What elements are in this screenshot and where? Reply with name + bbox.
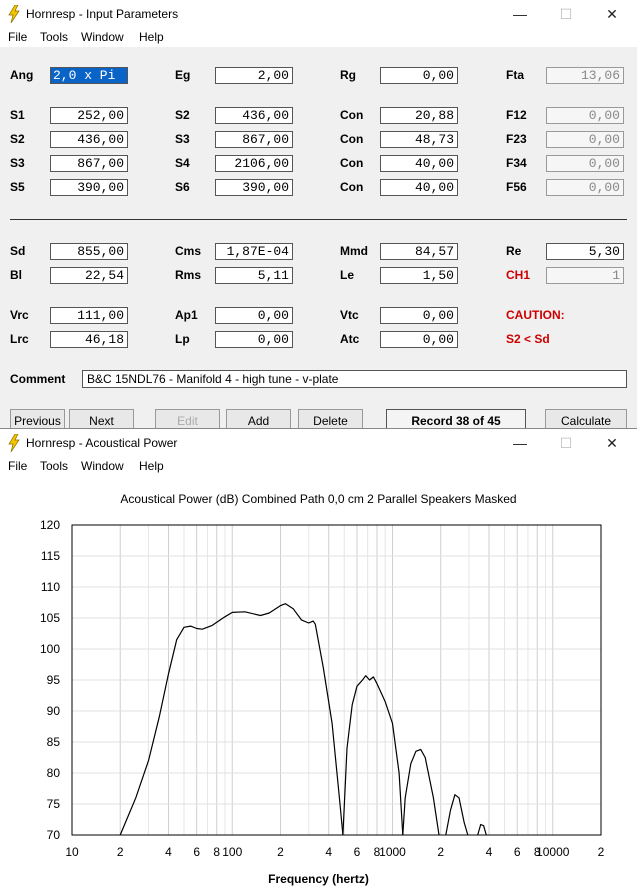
- y-tick-label: 75: [46, 797, 60, 811]
- y-tick-label: 115: [40, 549, 60, 563]
- x-tick-label: 10: [65, 845, 79, 859]
- x-tick-label: 4: [485, 845, 493, 859]
- x-tick-label: 2: [597, 845, 605, 859]
- x-tick-label: 6: [193, 845, 201, 859]
- series-line-segment-2: [342, 675, 404, 836]
- series-line-segment-3: [402, 748, 440, 836]
- series-line-segment-4: [445, 794, 469, 836]
- y-tick-label: 80: [46, 766, 60, 780]
- y-tick-label: 70: [46, 828, 60, 842]
- x-tick-label: 2: [116, 845, 124, 859]
- y-tick-label: 90: [46, 704, 60, 718]
- y-tick-label: 110: [40, 580, 60, 594]
- x-tick-label: 6: [353, 845, 361, 859]
- series-line-segment-1: [119, 603, 344, 836]
- series-line-segment-5: [477, 823, 487, 836]
- y-tick-label: 105: [39, 611, 60, 625]
- y-tick-label: 85: [46, 735, 60, 749]
- y-tick-label: 95: [46, 673, 60, 687]
- x-tick-label: 8: [213, 845, 221, 859]
- x-tick-label: 1000: [379, 845, 406, 859]
- x-tick-label: 6: [513, 845, 521, 859]
- x-tick-label: 4: [325, 845, 333, 859]
- x-tick-label: 10000: [536, 845, 570, 859]
- x-tick-label: 2: [437, 845, 445, 859]
- acoustical-power-chart: [71, 524, 602, 836]
- x-tick-label: 100: [222, 845, 243, 859]
- x-tick-label: 4: [165, 845, 172, 859]
- y-tick-label: 120: [39, 518, 60, 532]
- y-tick-label: 100: [39, 642, 60, 656]
- x-tick-label: 2: [277, 845, 284, 859]
